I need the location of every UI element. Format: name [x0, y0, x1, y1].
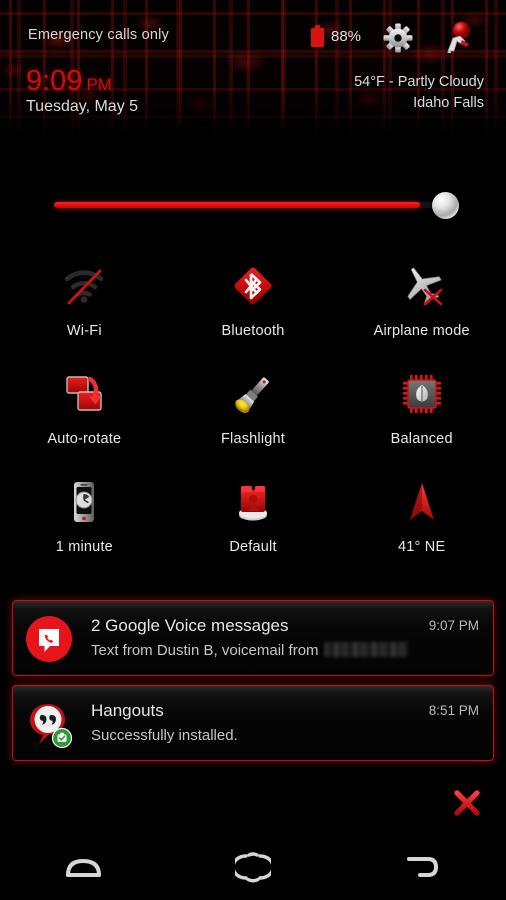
tile-label: Flashlight [220, 431, 286, 447]
tile-label: Balanced [390, 431, 453, 447]
brightness-slider-thumb[interactable] [432, 192, 459, 219]
tile-compass[interactable]: 41° NE [337, 468, 506, 576]
notification-google-voice[interactable]: 2 Google Voice messages Text from Dustin… [12, 600, 494, 676]
tile-label: Auto-rotate [47, 431, 122, 447]
tile-airplane-mode[interactable]: Airplane mode [337, 252, 506, 360]
shade-header: Emergency calls only 88% 9:09 PM Tuesday… [0, 0, 506, 140]
notification-hangouts[interactable]: Hangouts Successfully installed. 8:51 PM [12, 685, 494, 761]
brightness-slider-row[interactable] [0, 183, 506, 227]
sound-profile-icon [227, 476, 279, 528]
notification-body: Text from Dustin B, voicemail from [91, 642, 408, 659]
notification-shade-screen: Emergency calls only 88% 9:09 PM Tuesday… [0, 0, 506, 900]
tile-performance-profile[interactable]: Balanced [337, 360, 506, 468]
brightness-slider-fill [54, 202, 421, 208]
auto-rotate-icon [58, 368, 110, 420]
notification-body-text: Text from Dustin B, voicemail from [91, 642, 319, 659]
notification-title: Hangouts [91, 701, 164, 720]
wifi-off-icon [58, 260, 110, 312]
compass-icon [396, 476, 448, 528]
tile-bluetooth[interactable]: Bluetooth [169, 252, 338, 360]
bluetooth-icon [227, 260, 279, 312]
battery-percent-label: 88% [331, 28, 362, 45]
tile-auto-rotate[interactable]: Auto-rotate [0, 360, 169, 468]
tile-screen-timeout[interactable]: 1 minute [0, 468, 169, 576]
weather-location-label: Idaho Falls [413, 95, 484, 111]
home-button[interactable] [169, 838, 338, 900]
status-bar: Emergency calls only 88% [0, 0, 506, 58]
tile-label: Airplane mode [373, 323, 470, 339]
notification-list: 2 Google Voice messages Text from Dustin… [0, 600, 506, 770]
play-store-badge-icon [51, 727, 73, 749]
screen-timeout-icon [58, 476, 110, 528]
quick-settings-row: 1 minute Default 41° NE [0, 468, 506, 576]
quick-settings-row: Wi-Fi Bluetooth Airplane mode [0, 252, 506, 360]
google-voice-icon [25, 615, 73, 663]
battery-full-icon [311, 25, 324, 47]
redacted-text-block [323, 642, 408, 657]
tile-label: Wi-Fi [66, 323, 102, 339]
home-icon [231, 851, 275, 888]
clear-all-x-icon[interactable] [452, 788, 482, 818]
recents-button[interactable] [0, 838, 169, 900]
navigation-bar [0, 838, 506, 900]
date-label: Tuesday, May 5 [26, 98, 139, 115]
back-button[interactable] [337, 838, 506, 900]
tile-label: 41° NE [398, 539, 446, 555]
recents-icon [63, 854, 105, 885]
tile-wifi[interactable]: Wi-Fi [0, 252, 169, 360]
quick-settings-row: Auto-rotate Flashlight Balanced [0, 360, 506, 468]
clock-hours-minutes: 9:09 [26, 65, 83, 97]
tile-flashlight[interactable]: Flashlight [169, 360, 338, 468]
brightness-slider-track[interactable] [54, 202, 452, 208]
notification-title: 2 Google Voice messages [91, 616, 289, 635]
notification-body: Successfully installed. [91, 727, 238, 744]
clock-time: 9:09 PM [26, 66, 112, 100]
back-icon [403, 853, 441, 886]
notification-time: 8:51 PM [428, 703, 479, 718]
notification-time: 9:07 PM [428, 618, 479, 633]
gear-icon[interactable] [382, 22, 414, 54]
carrier-label: Emergency calls only [28, 27, 169, 43]
tile-sound-profile[interactable]: Default [169, 468, 338, 576]
weather-condition-label: 54°F - Partly Cloudy [354, 74, 484, 90]
tile-label: Bluetooth [221, 323, 285, 339]
clock-ampm: PM [86, 75, 112, 94]
weather-block[interactable]: 54°F - Partly Cloudy Idaho Falls [354, 74, 484, 111]
quick-settings-grid: Wi-Fi Bluetooth Airplane mode Auto-rotat… [0, 252, 506, 576]
flashlight-icon [227, 368, 279, 420]
hangouts-icon [25, 700, 73, 749]
airplane-off-icon [396, 260, 448, 312]
user-avatar-icon[interactable] [438, 20, 474, 56]
tile-label: 1 minute [55, 539, 113, 555]
tile-label: Default [229, 539, 277, 555]
cpu-performance-icon [396, 368, 448, 420]
